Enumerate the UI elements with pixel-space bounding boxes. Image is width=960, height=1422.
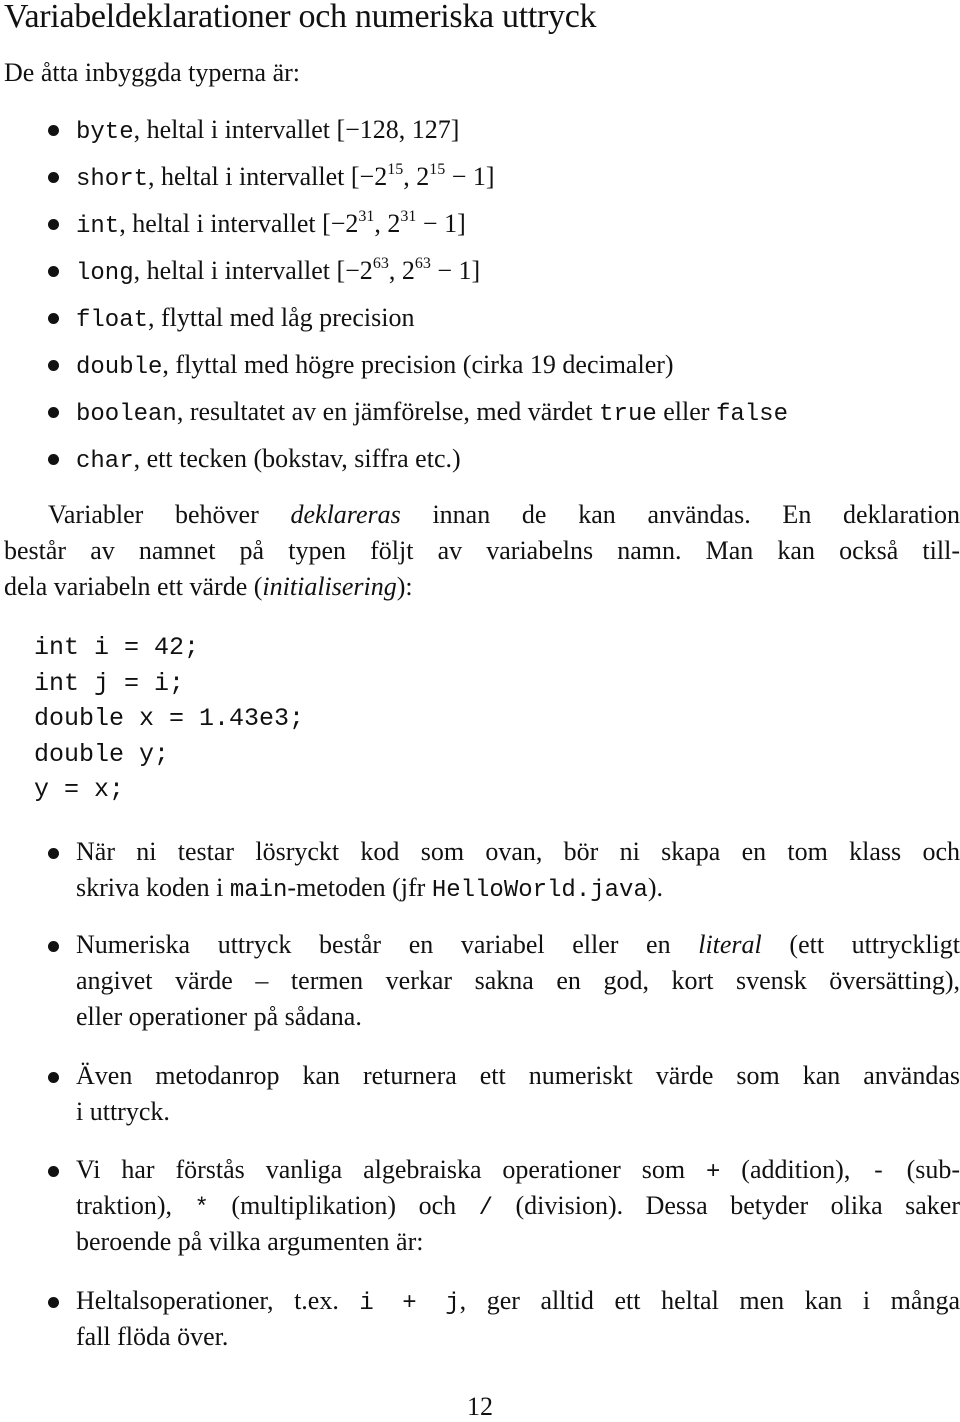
note-line: Heltalsoperationer, t.ex. i + j, ger all…	[76, 1283, 960, 1319]
exponent: 15	[429, 161, 446, 178]
type-description: , 2	[374, 209, 401, 238]
emphasis: literal	[698, 930, 762, 959]
page-number: 12	[467, 1392, 493, 1421]
text: skriva koden i	[76, 873, 230, 902]
emphasis: initialisering	[262, 572, 397, 601]
code-literal-false: false	[715, 401, 788, 428]
note-line: traktion), * (multiplikation) och / (div…	[76, 1188, 960, 1224]
text: -metoden (jfr	[287, 873, 432, 902]
type-description: , heltal i intervallet [−2	[133, 256, 373, 285]
note-line: Vi har förstås vanliga algebraiska opera…	[76, 1152, 960, 1188]
code-block: int i = 42; int j = i; double x = 1.43e3…	[34, 630, 304, 808]
bullet-icon	[48, 125, 59, 136]
operator-multiply: *	[194, 1195, 209, 1222]
operator-divide: /	[478, 1195, 494, 1222]
exponent: 31	[358, 208, 375, 225]
text: Heltalsoperationer, t.ex.	[76, 1286, 360, 1315]
type-description: , 2	[388, 256, 415, 285]
bullet-icon	[48, 313, 59, 324]
code-literal-true: true	[599, 401, 657, 428]
operator-minus: -	[871, 1159, 886, 1186]
type-description: , resultatet av en jämförelse, med värde…	[176, 397, 600, 426]
note-line: eller operationer på sådana.	[76, 1002, 362, 1031]
text: dela variabeln ett värde (	[4, 572, 263, 601]
type-description: , heltal i intervallet [−128, 127]	[133, 115, 460, 144]
exponent: 63	[372, 255, 389, 272]
type-description: − 1]	[430, 256, 481, 285]
type-name: float	[76, 307, 149, 334]
type-description: , 2	[403, 162, 430, 191]
exponent: 63	[414, 255, 431, 272]
text: (multiplikation) och	[208, 1191, 479, 1220]
type-description: , flyttal med högre precision (cirka 19 …	[162, 350, 674, 379]
exponent: 31	[400, 208, 417, 225]
operator-plus: +	[705, 1159, 721, 1186]
code-expression: i + j	[359, 1290, 460, 1317]
page-title: Variabeldeklarationer och numeriska uttr…	[4, 0, 597, 35]
code-line: double y;	[34, 739, 170, 769]
note-line: skriva koden i main-metoden (jfr HelloWo…	[76, 870, 960, 906]
code-filename: HelloWorld.java	[431, 877, 648, 904]
text: ):	[396, 572, 413, 601]
type-description: , ett tecken (bokstav, siffra etc.)	[133, 444, 461, 473]
code-line: double x = 1.43e3;	[34, 704, 305, 733]
emphasis: deklareras	[290, 500, 401, 529]
bullet-icon	[48, 407, 59, 418]
text: Vi har förstås vanliga algebraiska opera…	[76, 1155, 706, 1184]
text: Variabler behöver	[48, 500, 291, 529]
note-line: beroende på vilka argumenten är:	[76, 1227, 424, 1256]
text: traktion),	[76, 1191, 195, 1220]
bullet-icon	[48, 941, 59, 952]
text: , ger alltid ett heltal men kan i många	[459, 1286, 960, 1315]
exponent: 15	[387, 161, 404, 178]
note-line: angivet värde – termen verkar sakna en g…	[76, 966, 960, 995]
bullet-icon	[48, 848, 59, 859]
paragraph-line: består av namnet på typen följt av varia…	[4, 536, 960, 565]
paragraph-line: dela variabeln ett värde (initialisering…	[4, 569, 960, 605]
paragraph-line: Variabler behöver deklareras innan de ka…	[4, 497, 960, 533]
type-name: int	[76, 213, 120, 240]
bullet-icon	[48, 1072, 59, 1083]
type-name: short	[76, 166, 149, 193]
note-line: Även metodanrop kan returnera ett numeri…	[76, 1061, 960, 1090]
text: (addition),	[720, 1155, 872, 1184]
type-name: byte	[76, 119, 134, 146]
code-line: y = x;	[34, 775, 125, 804]
type-description: eller	[656, 397, 716, 426]
code-line: int i = 42;	[34, 633, 200, 662]
bullet-icon	[48, 172, 59, 183]
intro-text: De åtta inbyggda typerna är:	[4, 58, 300, 87]
note-line: När ni testar lösryckt kod som ovan, bör…	[76, 837, 960, 866]
bullet-icon	[48, 1166, 59, 1177]
code-line: int j = i;	[34, 668, 185, 698]
text: Numeriska uttryck består en variabel ell…	[76, 930, 699, 959]
text: (sub-	[885, 1155, 960, 1184]
bullet-icon	[48, 219, 59, 230]
type-description: , heltal i intervallet [−2	[119, 209, 359, 238]
type-name: boolean	[76, 401, 177, 428]
type-name: double	[76, 354, 163, 381]
type-name: long	[76, 260, 134, 287]
text: innan de kan användas. En deklaration	[400, 500, 960, 529]
bullet-icon	[48, 1297, 59, 1308]
note-line: Numeriska uttryck består en variabel ell…	[76, 927, 960, 963]
bullet-icon	[48, 454, 59, 465]
type-name: char	[76, 448, 134, 475]
note-line: i uttryck.	[76, 1097, 170, 1126]
text: (ett uttryckligt	[761, 930, 960, 959]
declaration-paragraph: Variabler behöver deklareras innan de ka…	[4, 497, 960, 605]
type-description: , flyttal med låg precision	[148, 303, 415, 332]
bullet-icon	[48, 266, 59, 277]
text: ).	[647, 873, 664, 902]
type-description: − 1]	[416, 209, 466, 238]
note-line: fall flöda över.	[76, 1322, 229, 1351]
text: (division). Dessa betyder olika saker	[493, 1191, 960, 1220]
code-main: main	[229, 877, 288, 904]
bullet-icon	[48, 360, 59, 371]
type-description: − 1]	[445, 162, 495, 191]
type-description: , heltal i intervallet [−2	[148, 162, 388, 191]
